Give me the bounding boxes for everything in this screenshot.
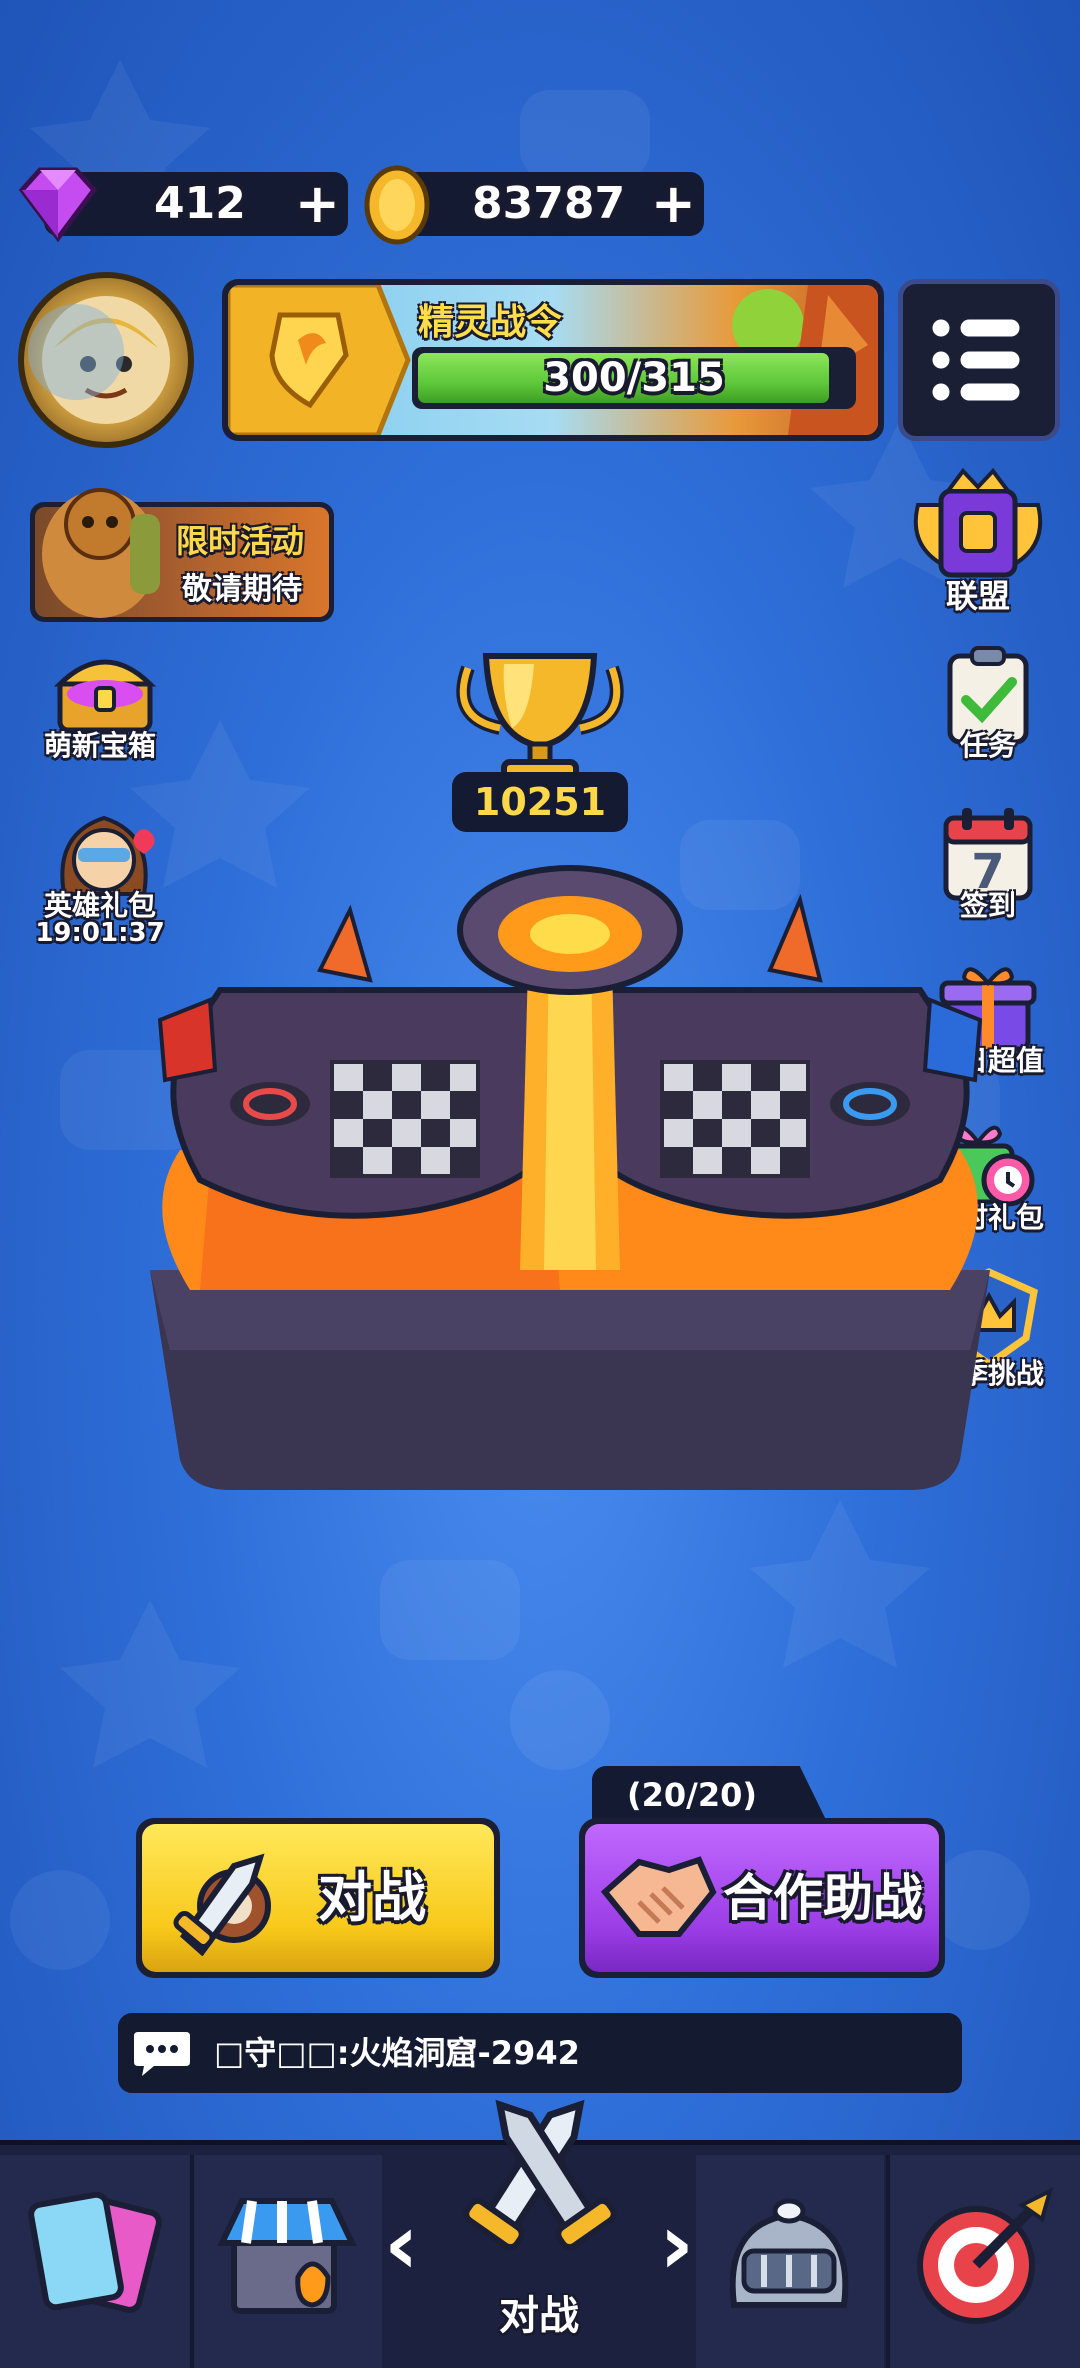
chat-message: □守□□:火焰洞窟-2942 [214,2034,580,2072]
coop-count: (20/20) [627,1776,757,1814]
shop-icon [217,2198,357,2314]
handshake-icon [600,1856,717,1937]
newbie-chest-button[interactable]: 萌新宝箱 [20,640,180,770]
nav-tab-battle-active[interactable]: ‹ › 对战 [384,2099,694,2368]
sword-shield-icon [173,1853,271,1956]
alliance-button[interactable]: 联盟 [898,465,1058,615]
coop-count-tab: (20/20) [592,1766,828,1824]
trophy-count-badge: 10251 [452,772,628,832]
gem-icon [18,167,98,242]
player-avatar[interactable] [18,272,194,448]
battle-pass-emblem-icon [228,285,411,435]
event-subtitle: 敬请期待 [182,572,302,607]
chat-bar[interactable]: □守□□:火焰洞窟-2942 [118,2013,962,2093]
nav-tab-heroes[interactable] [696,2155,884,2368]
battle-pass-progress-bar: 300/315 [412,347,856,409]
add-gems-button[interactable]: + [295,174,340,234]
event-hero-icon [42,488,160,618]
tasks-button[interactable]: 任务 [908,640,1068,770]
chat-bubble-icon [134,2032,190,2076]
coop-battle-button[interactable]: 合作助战 [579,1818,945,1978]
battle-pass-progress-text: 300/315 [543,355,725,401]
nav-tab-shop[interactable] [194,2155,382,2368]
coin-amount: 83787 [472,178,626,229]
gem-amount: 412 [154,178,246,229]
nav-active-label: 对战 [499,2293,579,2339]
newbie-chest-label: 萌新宝箱 [43,729,156,762]
trophy-icon [456,653,624,785]
nav-left-arrow[interactable]: ‹ [384,2195,419,2293]
battle-button-label: 对战 [318,1866,426,1929]
crossed-swords-icon [463,2099,617,2251]
arena-lava-board [150,865,990,1490]
target-dart-icon [917,2187,1054,2324]
hero-portrait-icon [28,296,170,424]
nav-tab-cards[interactable] [0,2155,190,2368]
battle-pass-title: 精灵战令 [418,302,563,343]
alliance-crest-icon [913,467,1043,578]
coop-button-label: 合作助战 [723,1869,923,1927]
bottom-nav-bar: ‹ › 对战 [0,2099,1080,2368]
knight-helmet-icon [729,2198,849,2308]
coin-icon [364,165,430,245]
add-coins-button[interactable]: + [651,174,696,234]
battle-pass-card[interactable]: 精灵战令 300/315 [222,279,884,441]
alliance-label: 联盟 [945,577,1010,615]
trophy-count: 10251 [473,780,607,824]
nav-tab-target[interactable] [890,2155,1080,2368]
cards-icon [28,2191,162,2313]
event-title: 限时活动 [176,522,305,560]
battle-button[interactable]: 对战 [136,1818,500,1978]
nav-right-arrow[interactable]: › [659,2195,694,2293]
main-menu-button[interactable] [898,279,1060,441]
limited-event-card[interactable]: 限时活动 敬请期待 [30,488,334,622]
tasks-label: 任务 [959,729,1016,762]
menu-list-icon [929,316,1023,404]
